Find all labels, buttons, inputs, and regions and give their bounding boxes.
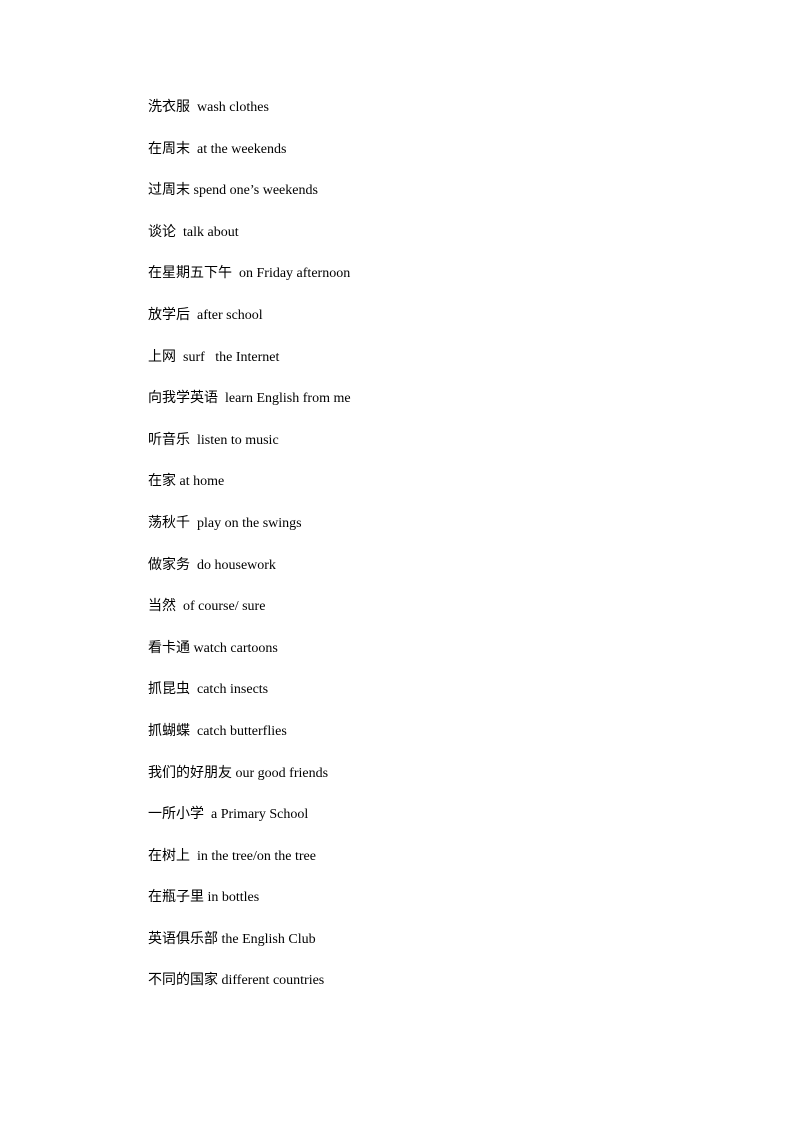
vocab-entry: 抓蝴蝶 catch butterflies [148, 720, 708, 762]
chinese-term: 做家务 [148, 556, 190, 573]
separator [190, 100, 197, 115]
vocab-entry: 上网 surf the Internet [148, 346, 708, 388]
english-translation: spend one’s weekends [193, 183, 318, 199]
separator [176, 350, 183, 365]
vocab-entry: 我们的好朋友 our good friends [148, 762, 708, 804]
chinese-term: 当然 [148, 598, 176, 615]
english-translation: different countries [221, 973, 325, 989]
separator [190, 558, 197, 573]
chinese-term: 荡秋千 [148, 514, 190, 531]
vocab-entry: 谈论 talk about [148, 221, 708, 263]
separator [204, 807, 211, 822]
english-translation: surf the Internet [183, 349, 280, 365]
english-translation: our good friends [235, 765, 329, 781]
separator [190, 308, 197, 323]
english-translation: talk about [183, 224, 239, 240]
vocab-entry: 一所小学 a Primary School [148, 803, 708, 845]
english-translation: on Friday afternoon [239, 266, 351, 282]
chinese-term: 在树上 [148, 847, 190, 864]
english-translation: catch insects [197, 682, 269, 698]
english-translation: listen to music [197, 432, 279, 448]
separator [190, 516, 197, 531]
separator [232, 266, 239, 281]
english-translation: catch butterflies [197, 723, 287, 739]
chinese-term: 不同的国家 [148, 972, 218, 989]
chinese-term: 我们的好朋友 [148, 764, 232, 781]
english-translation: in the tree/on the tree [197, 848, 316, 864]
chinese-term: 在星期五下午 [148, 265, 232, 282]
chinese-term: 放学后 [148, 306, 190, 323]
vocab-entry: 在树上 in the tree/on the tree [148, 845, 708, 887]
vocab-entry: 向我学英语 learn English from me [148, 387, 708, 429]
chinese-term: 在家 [148, 473, 176, 490]
vocab-entry: 放学后 after school [148, 304, 708, 346]
chinese-term: 洗衣服 [148, 99, 190, 115]
separator [190, 682, 197, 697]
separator [176, 599, 183, 614]
vocabulary-list: 洗衣服 wash clothes 在周末 at the weekends 过周末… [148, 96, 708, 1011]
separator [190, 142, 197, 157]
english-translation: of course/ sure [183, 599, 266, 615]
chinese-term: 抓昆虫 [148, 681, 190, 698]
vocab-entry: 英语俱乐部 the English Club [148, 928, 708, 970]
vocab-entry: 洗衣服 wash clothes [148, 96, 708, 138]
english-translation: in bottles [207, 890, 260, 906]
chinese-term: 英语俱乐部 [148, 930, 218, 947]
vocab-entry: 抓昆虫 catch insects [148, 678, 708, 720]
chinese-term: 一所小学 [148, 806, 204, 823]
english-translation: watch cartoons [193, 640, 278, 656]
vocab-entry: 看卡通 watch cartoons [148, 637, 708, 679]
english-translation: do housework [197, 557, 276, 573]
separator [190, 433, 197, 448]
chinese-term: 向我学英语 [148, 390, 218, 407]
vocab-entry: 不同的国家 different countries [148, 969, 708, 1011]
english-translation: the English Club [221, 931, 316, 947]
chinese-term: 上网 [148, 348, 176, 365]
vocab-entry: 在周末 at the weekends [148, 138, 708, 180]
chinese-term: 谈论 [148, 223, 176, 240]
separator [190, 724, 197, 739]
english-translation: play on the swings [197, 515, 302, 531]
vocab-entry: 做家务 do housework [148, 554, 708, 596]
english-translation: at the weekends [197, 141, 287, 157]
vocab-entry: 当然 of course/ sure [148, 595, 708, 637]
separator [218, 391, 225, 406]
english-translation: after school [197, 307, 263, 323]
chinese-term: 听音乐 [148, 431, 190, 448]
chinese-term: 抓蝴蝶 [148, 722, 190, 739]
chinese-term: 看卡通 [148, 639, 190, 656]
vocab-entry: 荡秋千 play on the swings [148, 512, 708, 554]
vocab-entry: 在瓶子里 in bottles [148, 886, 708, 928]
english-translation: at home [179, 474, 225, 490]
vocab-entry: 过周末 spend one’s weekends [148, 179, 708, 221]
separator [190, 849, 197, 864]
vocab-entry: 在星期五下午 on Friday afternoon [148, 262, 708, 304]
chinese-term: 在瓶子里 [148, 889, 204, 906]
chinese-term: 过周末 [148, 182, 190, 199]
english-translation: a Primary School [211, 807, 309, 823]
chinese-term: 在周末 [148, 140, 190, 157]
vocab-entry: 听音乐 listen to music [148, 429, 708, 471]
english-translation: learn English from me [225, 391, 351, 407]
english-translation: wash clothes [197, 100, 269, 115]
vocab-entry: 在家 at home [148, 470, 708, 512]
separator [176, 225, 183, 240]
